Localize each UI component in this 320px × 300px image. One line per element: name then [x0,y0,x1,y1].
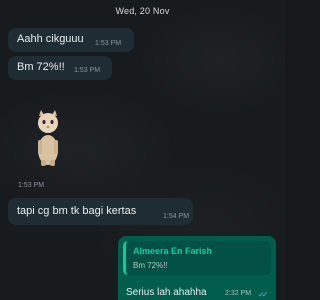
message-time: 2:32 PM [225,290,252,297]
double-check-read-icon: ✓✓ [258,290,269,299]
message-text: Bm 72%!! [17,61,65,73]
incoming-message[interactable]: Bm 72%!! 1:53 PM [8,56,112,80]
quoted-message[interactable]: Almeera En Farish Bm 72%!! [123,241,271,275]
outgoing-message[interactable]: Almeera En Farish Bm 72%!! Serius lah ah… [118,236,276,300]
sticker-time: 1:53 PM [18,182,45,189]
message-time: 1:53 PM [95,40,122,47]
message-time: 1:54 PM [163,213,190,220]
quote-text: Bm 72%!! [133,261,168,270]
incoming-message[interactable]: Aahh cikguuu 1:53 PM [8,28,134,52]
message-text: tapi cg bm tk bagi kertas [17,205,137,217]
cat-sticker[interactable] [33,110,63,166]
quote-author: Almeera En Farish [133,246,213,256]
message-text: Serius lah ahahha [126,287,207,298]
message-text: Aahh cikguuu [17,33,84,45]
message-time: 1:53 PM [74,67,101,74]
incoming-message[interactable]: tapi cg bm tk bagi kertas 1:54 PM [8,198,193,225]
date-divider: Wed, 20 Nov [115,6,170,16]
